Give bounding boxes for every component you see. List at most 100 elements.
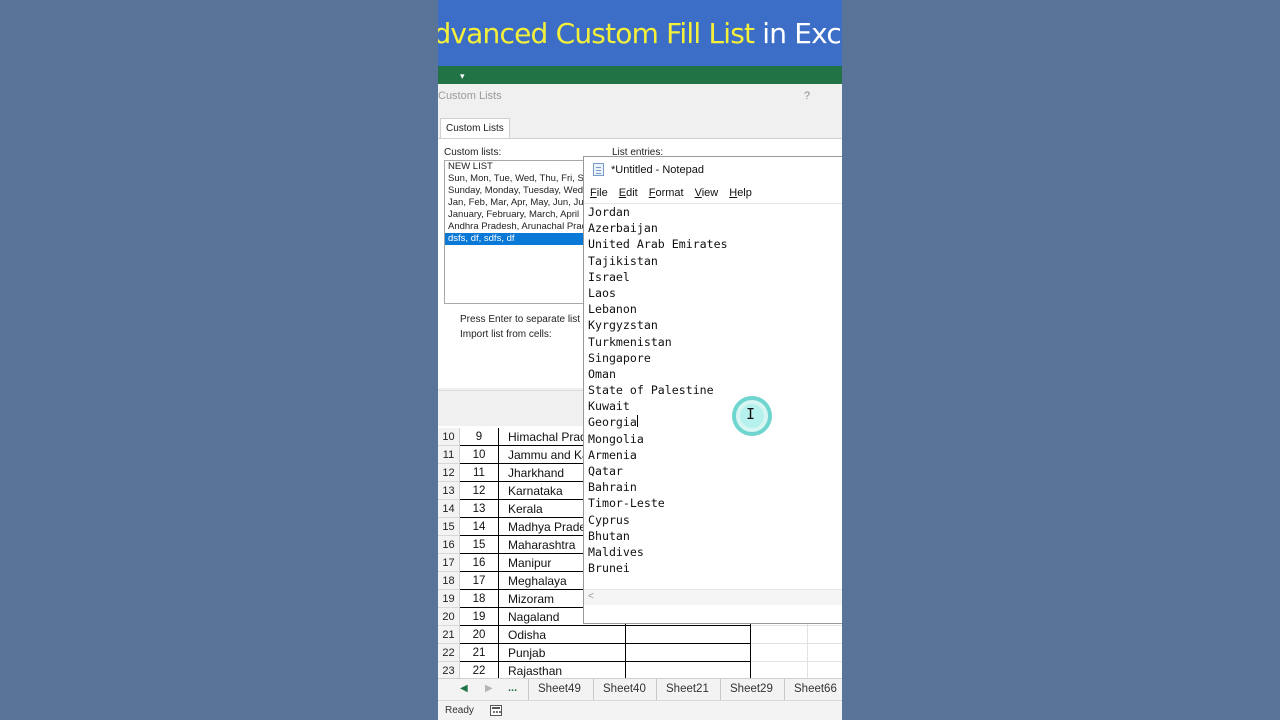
macro-record-icon[interactable] [490,705,502,716]
table-row: 21 20 Odisha [438,626,842,644]
quick-access-dropdown-icon[interactable]: ▾ [460,71,465,82]
serial-cell[interactable]: 17 [460,572,499,590]
notepad-titlebar[interactable]: *Untitled - Notepad [584,157,842,183]
menu-label: iew [701,187,719,199]
text-line-content: Israel [588,269,630,284]
serial-cell[interactable]: 18 [460,590,499,608]
text-caret [636,415,638,428]
scroll-left-icon[interactable]: < [588,591,594,602]
text-line-content: Bahrain [588,480,637,495]
custom-list-item[interactable]: Jan, Feb, Mar, Apr, May, Jun, Jul [445,197,588,209]
text-line-content: United Arab Emirates [588,237,728,252]
menu-accelerator: E [618,187,627,199]
row-header: 17 [438,554,460,572]
text-line: Timor-Leste [588,495,842,511]
notepad-menu-item[interactable]: File [584,183,613,203]
text-ibeam-cursor-icon: I [746,405,756,423]
empty-cell[interactable] [626,662,751,678]
custom-lists-label: Custom lists: [444,147,502,158]
serial-cell[interactable]: 21 [460,644,499,662]
sheet-tab[interactable]: Sheet40 [593,679,655,701]
text-line-content: Laos [588,285,616,300]
menu-accelerator: F [590,187,597,199]
custom-list-item[interactable]: Andhra Pradesh, Arunachal Pradesh [445,221,588,233]
notepad-menu-item[interactable]: Help [723,183,757,203]
serial-cell[interactable]: 10 [460,446,499,464]
custom-list-item[interactable]: dsfs, df, sdfs, df [445,233,588,245]
sheet-next-icon[interactable]: ▶ [485,683,493,694]
text-line-content: Kyrgyzstan [588,318,658,333]
empty-cell[interactable] [808,626,842,644]
sheet-more-button[interactable]: ... [508,682,517,694]
notepad-document-icon [593,163,604,176]
text-line-content: Singapore [588,350,651,365]
empty-cell[interactable] [626,644,751,662]
menu-label: elp [737,187,752,199]
serial-cell[interactable]: 13 [460,500,499,518]
row-header: 19 [438,590,460,608]
notepad-menu-item[interactable]: View [689,183,724,203]
press-enter-hint: Press Enter to separate list [460,314,581,325]
sheet-tab[interactable]: Sheet21 [656,679,718,701]
notepad-menu-item[interactable]: Edit [613,183,643,203]
serial-cell[interactable]: 16 [460,554,499,572]
text-line-content: Kuwait [588,399,630,414]
table-row: 22 21 Punjab [438,644,842,662]
state-cell[interactable]: Punjab [499,644,626,662]
status-text: Ready [445,705,474,716]
row-header: 16 [438,536,460,554]
serial-cell[interactable]: 20 [460,626,499,644]
menu-label: ile [596,187,608,199]
serial-cell[interactable]: 9 [460,428,499,446]
state-cell[interactable]: Rajasthan [499,662,626,678]
empty-cell[interactable] [808,662,842,678]
notepad-horizontal-scrollbar[interactable]: < [584,589,842,605]
text-line: Kyrgyzstan [588,317,842,333]
text-line: Oman [588,366,842,382]
empty-cell[interactable] [751,644,808,662]
serial-cell[interactable]: 11 [460,464,499,482]
empty-cell[interactable] [626,626,751,644]
text-line: Armenia [588,447,842,463]
text-line-content: Georgia [588,415,637,430]
custom-list-item[interactable]: January, February, March, April [445,209,588,221]
empty-cell[interactable] [751,626,808,644]
text-line: Kuwait [588,398,842,414]
text-line: Singapore [588,350,842,366]
custom-list-item[interactable]: Sunday, Monday, Tuesday, Wednesday [445,185,588,197]
row-header: 10 [438,428,460,446]
empty-cell[interactable] [808,644,842,662]
notepad-menu-item[interactable]: Format [643,183,689,203]
text-line-content: Tajikistan [588,253,658,268]
text-line: Mongolia [588,431,842,447]
dialog-help-button[interactable]: ? [804,90,810,102]
sheet-tabs-bar: ◀ ▶ ... Sheet49 Sheet40 Sheet21 Sheet29 Shee… [438,678,842,701]
sheet-tab[interactable]: Sheet66 [784,679,842,701]
empty-cell[interactable] [751,662,808,678]
custom-list-item[interactable]: NEW LIST [445,161,588,173]
text-line: Maldives [588,544,842,560]
serial-cell[interactable]: 19 [460,608,499,626]
text-line: Lebanon [588,301,842,317]
serial-cell[interactable]: 15 [460,536,499,554]
sheet-tab[interactable]: Sheet49 [528,679,590,701]
sheet-prev-icon[interactable]: ◀ [460,683,468,694]
serial-cell[interactable]: 22 [460,662,499,678]
text-line: Jordan [588,204,842,220]
text-line: Bhutan [588,528,842,544]
sheet-tab[interactable]: Sheet29 [720,679,782,701]
serial-cell[interactable]: 14 [460,518,499,536]
text-line-content: Mongolia [588,431,644,446]
text-line-content: Oman [588,366,616,381]
row-header: 14 [438,500,460,518]
custom-lists-listbox[interactable]: NEW LIST Sun, Mon, Tue, Wed, Thu, Fri, Sa… [444,160,589,304]
custom-list-item[interactable]: Sun, Mon, Tue, Wed, Thu, Fri, Sat [445,173,588,185]
text-line: Israel [588,269,842,285]
serial-cell[interactable]: 12 [460,482,499,500]
banner-rest: in Excel [762,16,842,50]
text-line: Cyprus [588,512,842,528]
tab-custom-lists[interactable]: Custom Lists [440,118,510,138]
row-header: 20 [438,608,460,626]
state-cell[interactable]: Odisha [499,626,626,644]
notepad-text-area[interactable]: Jordan Azerbaijan United Arab Emirates Taji… [584,203,842,589]
